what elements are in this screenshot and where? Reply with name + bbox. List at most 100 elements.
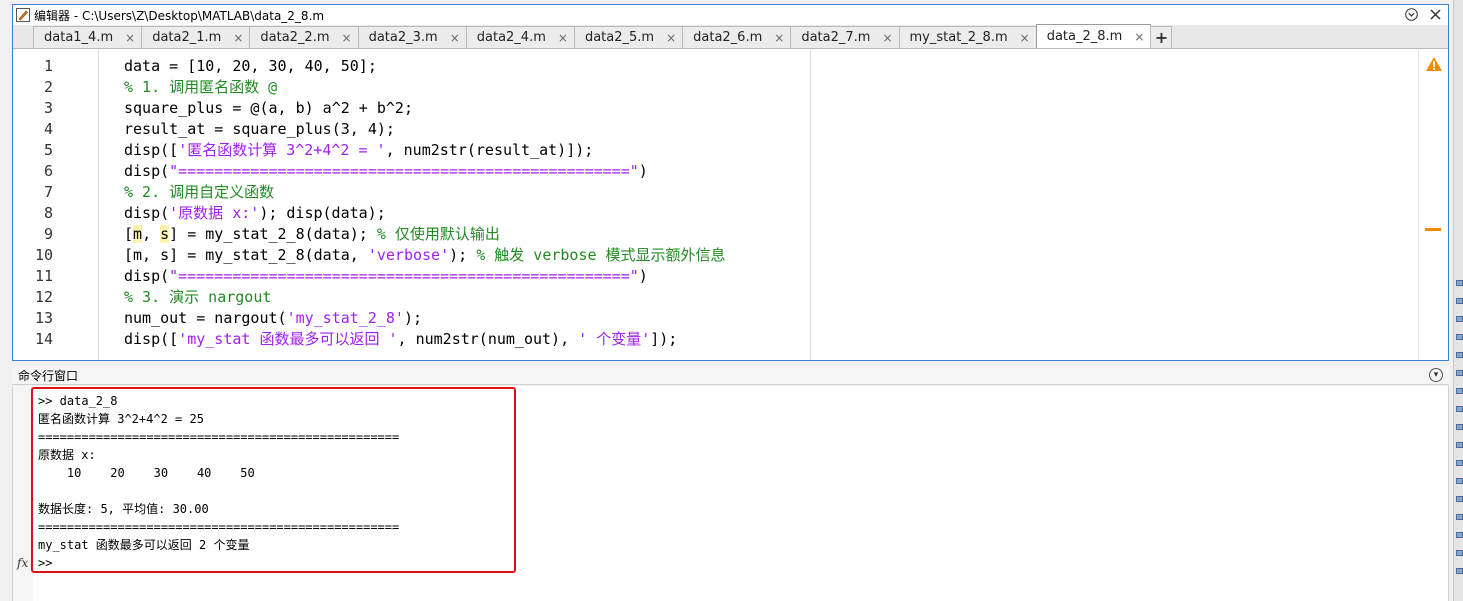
tab-data2-2-m[interactable]: data2_2.m × bbox=[249, 26, 359, 48]
line-number: 8 bbox=[43, 204, 53, 222]
panel-marker bbox=[1456, 334, 1463, 340]
warning-icon[interactable] bbox=[1425, 56, 1443, 76]
code-line[interactable]: 12 % 3. 演示 nargout bbox=[13, 287, 1413, 308]
code-token: ); disp(data); bbox=[259, 204, 386, 222]
code-line[interactable]: 5 disp(['匿名函数计算 3^2+4^2 = ', num2str(resu… bbox=[13, 140, 1413, 161]
close-tab-icon[interactable]: × bbox=[125, 31, 135, 45]
code-token: disp([ bbox=[124, 141, 179, 159]
command-window[interactable]: fx >> data_2_8 匿名函数计算 3^2+4^2 = 25 =======… bbox=[12, 386, 1449, 601]
output-line: ========================================… bbox=[38, 520, 400, 534]
line-code: % 2. 调用自定义函数 bbox=[124, 182, 274, 203]
panel-marker bbox=[1456, 568, 1463, 574]
line-number: 5 bbox=[43, 141, 53, 159]
code-line[interactable]: 10 [m, s] = my_stat_2_8(data, 'verbose');… bbox=[13, 245, 1413, 266]
close-tab-icon[interactable]: × bbox=[1020, 31, 1030, 45]
code-string: 'my_stat 函数最多可以返回 ' bbox=[178, 330, 398, 348]
code-string: "=======================================… bbox=[169, 267, 639, 285]
code-token: [m, s] = my_stat_2_8(data, bbox=[124, 246, 368, 264]
command-prompt[interactable]: >> bbox=[38, 555, 52, 571]
tab-my-stat-2-8-m[interactable]: my_stat_2_8.m × bbox=[898, 26, 1037, 48]
code-comment: % 触发 verbose 模式显示额外信息 bbox=[476, 246, 726, 264]
line-code: result_at = square_plus(3, 4); bbox=[124, 119, 395, 140]
tab-label: data2_2.m bbox=[260, 30, 330, 45]
line-code: [m, s] = my_stat_2_8(data, 'verbose'); %… bbox=[124, 245, 726, 266]
tab-data1-4-m[interactable]: data1_4.m × bbox=[33, 26, 143, 48]
right-side-panel-strip bbox=[1453, 0, 1463, 601]
output-line: >> data_2_8 bbox=[38, 394, 118, 408]
code-token: ) bbox=[638, 162, 648, 180]
tab-data2-4-m[interactable]: data2_4.m × bbox=[465, 26, 575, 48]
code-line[interactable]: 3 square_plus = @(a, b) a^2 + b^2; bbox=[13, 98, 1413, 119]
code-line[interactable]: 13 num_out = nargout('my_stat_2_8'); bbox=[13, 308, 1413, 329]
code-string: '匿名函数计算 3^2+4^2 = ' bbox=[178, 141, 386, 159]
line-code: num_out = nargout('my_stat_2_8'); bbox=[124, 308, 422, 329]
output-line: 10 20 30 40 50 bbox=[38, 466, 255, 480]
code-line[interactable]: 14 disp(['my_stat 函数最多可以返回 ', num2str(num… bbox=[13, 329, 1413, 350]
close-tab-icon[interactable]: × bbox=[882, 31, 892, 45]
code-line[interactable]: 2 % 1. 调用匿名函数 @ bbox=[13, 77, 1413, 98]
line-code: disp('原数据 x:'); disp(data); bbox=[124, 203, 386, 224]
code-line[interactable]: 8 disp('原数据 x:'); disp(data); bbox=[13, 203, 1413, 224]
tab-data2-1-m[interactable]: data2_1.m × bbox=[141, 26, 251, 48]
new-tab-button[interactable]: + bbox=[1150, 26, 1173, 48]
tab-label: data2_3.m bbox=[368, 30, 438, 45]
command-window-menu-icon[interactable]: ▾ bbox=[1429, 368, 1443, 382]
code-analyzer-bar[interactable] bbox=[1418, 50, 1448, 360]
tab-label: data2_1.m bbox=[152, 30, 222, 45]
tab-data-2-8-m[interactable]: data_2_8.m × bbox=[1035, 24, 1152, 48]
code-string: '原数据 x:' bbox=[169, 204, 260, 222]
close-tab-icon[interactable]: × bbox=[1134, 30, 1144, 44]
code-string: 'my_stat_2_8' bbox=[286, 309, 404, 327]
tab-label: data_2_8.m bbox=[1046, 29, 1123, 44]
code-token: s bbox=[160, 225, 170, 243]
code-line[interactable]: 7 % 2. 调用自定义函数 bbox=[13, 182, 1413, 203]
output-line: 数据长度: 5, 平均值: 30.00 bbox=[38, 502, 209, 516]
code-token: , num2str(num_out), bbox=[397, 330, 579, 348]
panel-marker bbox=[1456, 496, 1463, 502]
tab-label: data2_6.m bbox=[693, 30, 763, 45]
line-number: 1 bbox=[43, 57, 53, 75]
line-code: disp("==================================… bbox=[124, 266, 648, 287]
code-token: ) bbox=[638, 267, 648, 285]
line-number: 7 bbox=[43, 183, 53, 201]
panel-marker bbox=[1456, 424, 1463, 430]
code-line[interactable]: 6 disp("=================================… bbox=[13, 161, 1413, 182]
tab-data2-5-m[interactable]: data2_5.m × bbox=[573, 26, 684, 48]
line-number: 4 bbox=[43, 120, 53, 138]
line-number: 10 bbox=[34, 246, 53, 264]
line-number: 3 bbox=[43, 99, 53, 117]
tab-label: data2_7.m bbox=[801, 30, 871, 45]
close-tab-icon[interactable]: × bbox=[233, 31, 243, 45]
code-line[interactable]: 4 result_at = square_plus(3, 4); bbox=[13, 119, 1413, 140]
tab-data2-7-m[interactable]: data2_7.m × bbox=[790, 26, 900, 48]
options-menu-icon[interactable] bbox=[1404, 7, 1418, 21]
close-window-icon[interactable] bbox=[1428, 7, 1442, 21]
panel-marker bbox=[1456, 280, 1463, 286]
line-number: 11 bbox=[34, 267, 53, 285]
output-line: 匿名函数计算 3^2+4^2 = 25 bbox=[38, 412, 204, 426]
close-tab-icon[interactable]: × bbox=[666, 31, 676, 45]
file-tab-bar: data1_4.m × data2_1.m × data2_2.m × data2_3.m ×… bbox=[13, 24, 1448, 49]
close-tab-icon[interactable]: × bbox=[774, 31, 784, 45]
tab-data2-3-m[interactable]: data2_3.m × bbox=[357, 26, 467, 48]
close-tab-icon[interactable]: × bbox=[450, 31, 460, 45]
line-number: 6 bbox=[43, 162, 53, 180]
code-token: , num2str(result_at)]); bbox=[385, 141, 594, 159]
code-line[interactable]: 11 disp("================================… bbox=[13, 266, 1413, 287]
code-token: data = [10, 20, 30, 40, 50]; bbox=[124, 57, 377, 75]
panel-marker bbox=[1456, 532, 1463, 538]
window-title: 编辑器 - C:\Users\Z\Desktop\MATLAB\data_2_8… bbox=[34, 8, 325, 23]
code-token: ] = my_stat_2_8(data); bbox=[169, 225, 377, 243]
code-line[interactable]: 9 [m, s] = my_stat_2_8(data); % 仅使用默认输出 bbox=[13, 224, 1413, 245]
code-line[interactable]: 1 data = [10, 20, 30, 40, 50]; bbox=[13, 56, 1413, 77]
panel-marker bbox=[1456, 388, 1463, 394]
warning-marker[interactable] bbox=[1425, 228, 1441, 231]
close-tab-icon[interactable]: × bbox=[558, 31, 568, 45]
code-editor[interactable]: 1 data = [10, 20, 30, 40, 50]; 2 % 1. 调用匿名函… bbox=[13, 50, 1418, 360]
code-token: , bbox=[142, 225, 161, 243]
function-browser-icon[interactable]: fx bbox=[17, 556, 28, 570]
close-tab-icon[interactable]: × bbox=[342, 31, 352, 45]
editor-window: 编辑器 - C:\Users\Z\Desktop\MATLAB\data_2_8… bbox=[12, 4, 1449, 361]
line-code: % 1. 调用匿名函数 @ bbox=[124, 77, 277, 98]
tab-data2-6-m[interactable]: data2_6.m × bbox=[682, 26, 792, 48]
